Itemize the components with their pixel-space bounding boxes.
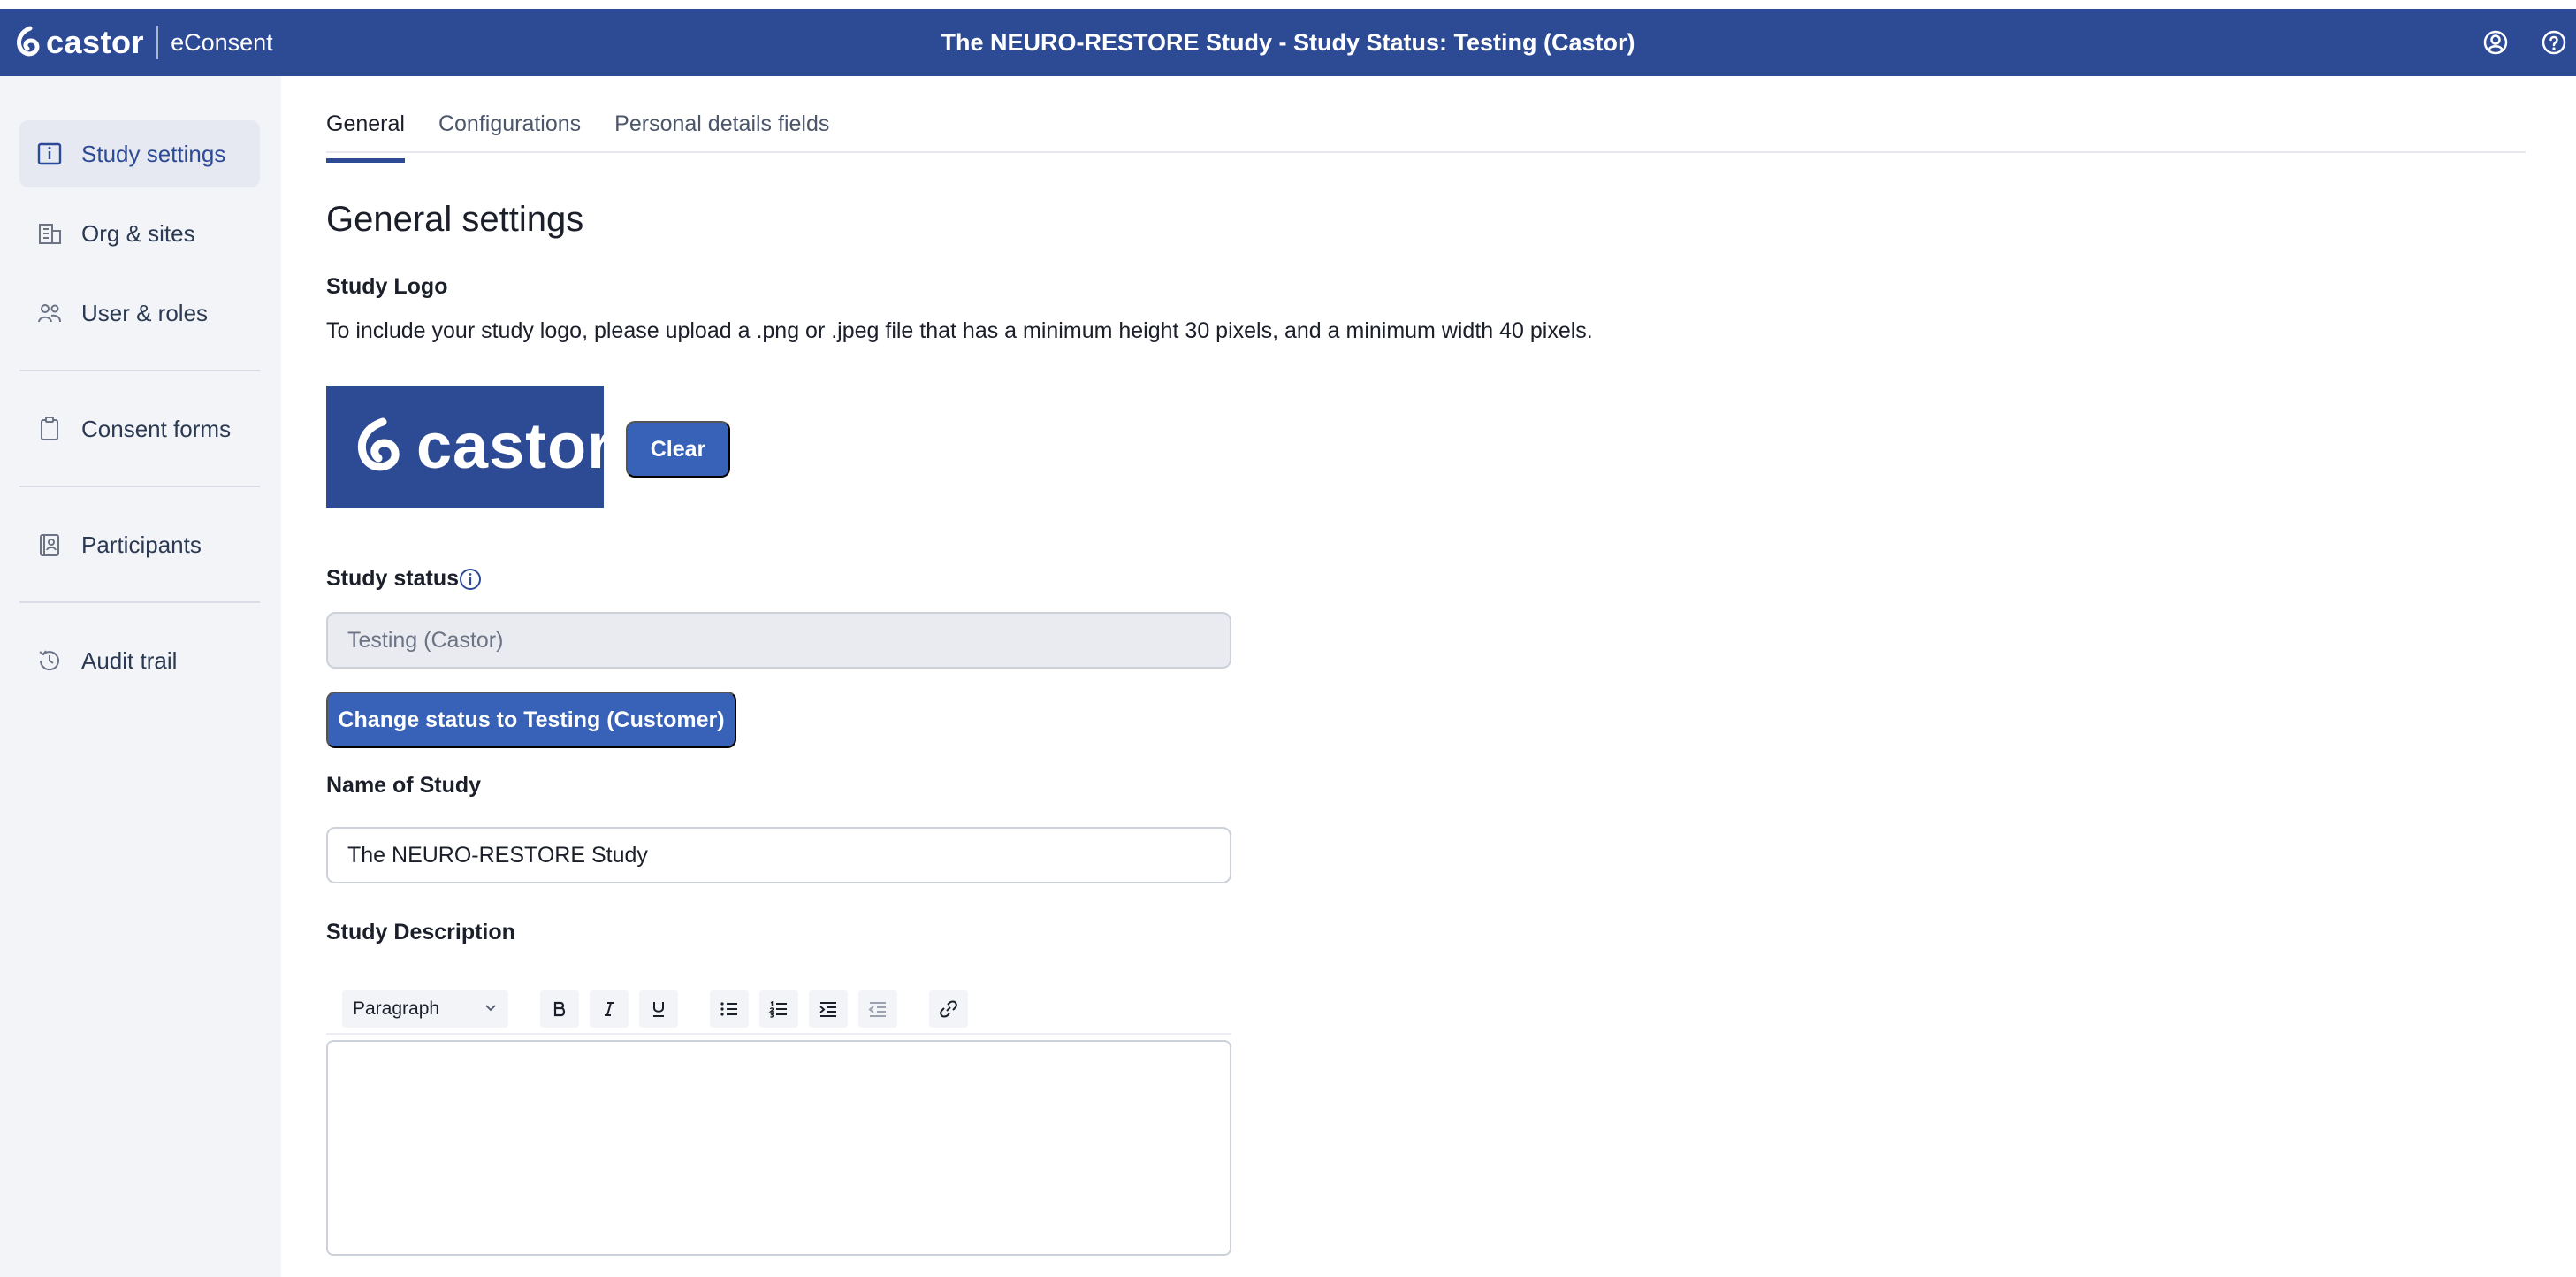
bullet-list-button[interactable] xyxy=(710,990,749,1028)
numbered-list-button[interactable] xyxy=(759,990,798,1028)
logo-text: castor xyxy=(416,411,614,482)
sidebar-item-audit-trail[interactable]: Audit trail xyxy=(19,627,260,694)
sidebar-item-consent-forms[interactable]: Consent forms xyxy=(19,395,260,463)
account-icon[interactable] xyxy=(2482,29,2509,56)
sidebar-item-label: Participants xyxy=(81,531,202,558)
sidebar-item-label: Study settings xyxy=(81,140,226,167)
sidebar-item-participants[interactable]: Participants xyxy=(19,511,260,578)
numbered-list-icon xyxy=(768,1000,787,1018)
users-icon xyxy=(35,299,64,327)
info-icon xyxy=(35,140,64,168)
study-logo-helper: To include your study logo, please uploa… xyxy=(326,318,1593,343)
tab-personal-details-fields[interactable]: Personal details fields xyxy=(614,111,829,163)
sidebar-item-label: Consent forms xyxy=(81,415,232,442)
study-status-field: Testing (Castor) xyxy=(326,612,1231,669)
tabs-divider xyxy=(326,151,2526,153)
study-description-label: Study Description xyxy=(326,920,515,944)
top-strip xyxy=(0,0,2576,9)
clipboard-icon xyxy=(35,415,64,443)
indent-icon xyxy=(819,1002,836,1017)
sidebar-item-org-sites[interactable]: Org & sites xyxy=(19,200,260,267)
italic-icon xyxy=(605,1002,614,1016)
help-icon[interactable] xyxy=(2541,29,2567,56)
link-icon xyxy=(940,1000,957,1018)
clear-logo-button[interactable]: Clear xyxy=(626,421,730,478)
castor-logo-icon xyxy=(353,417,402,477)
header-icons xyxy=(2482,9,2567,76)
italic-button[interactable] xyxy=(590,990,629,1028)
sidebar-item-label: Audit trail xyxy=(81,646,178,674)
outdent-button[interactable] xyxy=(858,990,897,1028)
study-logo-label: Study Logo xyxy=(326,274,448,299)
history-icon xyxy=(35,646,64,675)
outdent-icon xyxy=(868,1002,886,1017)
sidebar-divider xyxy=(19,370,260,371)
editor-toolbar: Paragraph xyxy=(326,985,1231,1035)
app-header: castor eConsent The NEURO-RESTORE Study … xyxy=(0,9,2576,76)
bullet-list-icon xyxy=(720,1002,737,1016)
bold-button[interactable] xyxy=(540,990,579,1028)
link-button[interactable] xyxy=(929,990,968,1028)
change-status-button[interactable]: Change status to Testing (Customer) xyxy=(326,692,736,748)
study-status-label: Study status xyxy=(326,566,460,591)
contacts-icon xyxy=(35,531,64,559)
info-icon[interactable] xyxy=(458,567,483,592)
main-content: General Configurations Personal details … xyxy=(281,76,2576,1277)
chevron-down-icon xyxy=(484,998,498,1020)
tab-bar: General Configurations Personal details … xyxy=(326,111,829,163)
sidebar-divider xyxy=(19,601,260,603)
format-select[interactable]: Paragraph xyxy=(342,990,508,1028)
underline-button[interactable] xyxy=(639,990,678,1028)
sidebar-item-label: Org & sites xyxy=(81,219,195,247)
study-description-editor[interactable] xyxy=(326,1040,1231,1256)
sidebar-divider xyxy=(19,486,260,487)
study-name-label: Name of Study xyxy=(326,773,482,798)
sidebar-item-user-roles[interactable]: User & roles xyxy=(19,279,260,347)
tab-configurations[interactable]: Configurations xyxy=(438,111,581,163)
underline-icon xyxy=(653,1002,664,1017)
study-name-input[interactable]: The NEURO-RESTORE Study xyxy=(326,827,1231,883)
sidebar-item-study-settings[interactable]: Study settings xyxy=(19,120,260,187)
building-icon xyxy=(35,219,64,248)
sidebar: Study settings Org & sites User & roles … xyxy=(0,76,281,1277)
format-select-value: Paragraph xyxy=(353,998,440,1019)
tab-general[interactable]: General xyxy=(326,111,405,163)
header-title: The NEURO-RESTORE Study - Study Status: … xyxy=(941,28,1635,56)
study-logo-preview: castor xyxy=(326,386,612,508)
bold-icon xyxy=(553,1001,566,1017)
page-title: General settings xyxy=(326,200,584,239)
sidebar-item-label: User & roles xyxy=(81,299,209,326)
indent-button[interactable] xyxy=(809,990,848,1028)
